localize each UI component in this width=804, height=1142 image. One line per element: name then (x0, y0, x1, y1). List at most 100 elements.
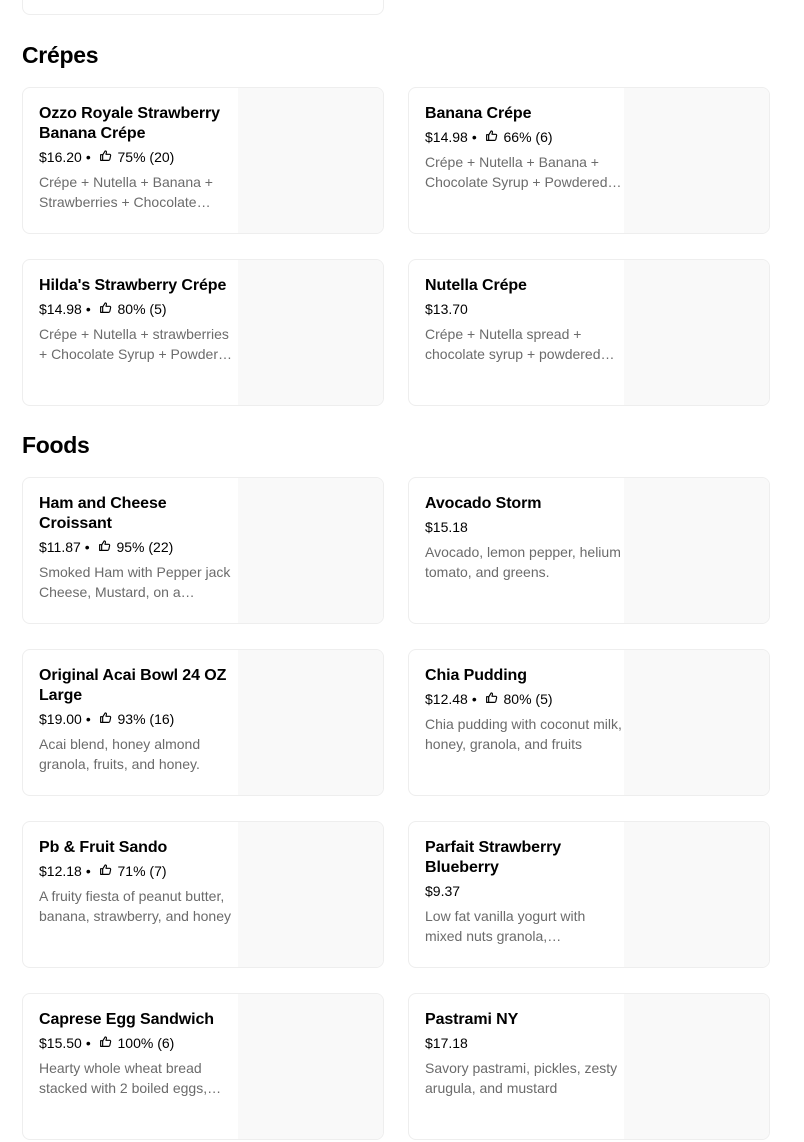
menu-item-price: $12.48 (425, 691, 468, 707)
menu-item-card[interactable]: Chia Pudding $12.48 • 80% (5) Chia puddi… (408, 649, 770, 796)
menu-item-name: Parfait Strawberry Blueberry (425, 839, 562, 876)
menu-item-rating: 71% (7) (117, 863, 167, 879)
menu-item-description: Crépe + Nutella + strawberries + Chocola… (39, 326, 234, 362)
thumbs-up-icon (485, 691, 498, 704)
separator-dot: • (85, 301, 91, 317)
menu-item-info: Chia Pudding $12.48 • 80% (5) Chia puddi… (409, 650, 624, 795)
thumbs-up-icon (99, 301, 112, 314)
menu-item-card[interactable]: Banana Crépe $14.98 • 66% (6) Crépe + Nu… (408, 87, 770, 234)
section-title-foods: Foods (22, 432, 90, 458)
menu-item-info: Parfait Strawberry Blueberry $9.37 Low f… (409, 822, 624, 967)
menu-item-price: $15.18 (425, 519, 468, 535)
menu-item-card[interactable]: Parfait Strawberry Blueberry $9.37 Low f… (408, 821, 770, 968)
menu-item-image-placeholder (624, 260, 769, 405)
menu-item-name: Chia Pudding (425, 667, 527, 684)
thumbs-up-icon (99, 711, 112, 724)
menu-item-meta: $15.18 (425, 518, 624, 536)
menu-item-price: $9.37 (425, 883, 461, 899)
menu-item-meta: $16.20 • 75% (20) (39, 148, 238, 166)
menu-item-image-placeholder (624, 478, 769, 623)
thumbs-up-icon (485, 129, 498, 142)
menu-item-info: Pb & Fruit Sando $12.18 • 71% (7) A frui… (23, 822, 238, 967)
menu-item-name: Ham and Cheese Croissant (39, 495, 167, 532)
separator-dot: • (85, 863, 91, 879)
menu-item-card[interactable]: Pastrami NY $17.18 Savory pastrami, pick… (408, 993, 770, 1140)
menu-item-rating-wrap: • 80% (5) (82, 300, 167, 318)
menu-item-info: Avocado Storm $15.18 Avocado, lemon pepp… (409, 478, 624, 623)
menu-item-rating-wrap: • 75% (20) (82, 148, 175, 166)
menu-item-description: Crépe + Nutella + Banana + Chocolate Syr… (425, 154, 608, 190)
menu-item-name: Pastrami NY (425, 1011, 519, 1028)
menu-item-description: Savory pastrami, pickles, zesty arugula,… (425, 1060, 618, 1096)
menu-item-info: Ozzo Royale Strawberry Banana Crépe $16.… (23, 88, 238, 233)
menu-item-card[interactable]: Pb & Fruit Sando $12.18 • 71% (7) A frui… (22, 821, 384, 968)
menu-item-meta: $19.00 • 93% (16) (39, 710, 238, 728)
menu-item-info: Banana Crépe $14.98 • 66% (6) Crépe + Nu… (409, 88, 624, 233)
thumbs-up-icon (99, 863, 112, 876)
menu-item-card[interactable]: Caprese Egg Sandwich $15.50 • 100% (6) H… (22, 993, 384, 1140)
menu-item-card[interactable]: Nutella Crépe $13.70 Crépe + Nutella spr… (408, 259, 770, 406)
menu-item-info: Ham and Cheese Croissant $11.87 • 95% (2… (23, 478, 238, 623)
menu-item-rating: 80% (5) (503, 691, 553, 707)
menu-item-card[interactable]: Avocado Storm $15.18 Avocado, lemon pepp… (408, 477, 770, 624)
menu-item-card-partial[interactable] (22, 0, 384, 15)
menu-item-rating-wrap: • 66% (6) (468, 128, 553, 146)
menu-item-card[interactable]: Hilda's Strawberry Crépe $14.98 • 80% (5… (22, 259, 384, 406)
menu-item-price: $14.98 (425, 129, 468, 145)
menu-item-image-placeholder (624, 822, 769, 967)
menu-item-name: Original Acai Bowl 24 OZ Large (39, 667, 227, 704)
menu-item-rating-wrap: • 95% (22) (81, 538, 174, 556)
menu-item-name: Pb & Fruit Sando (39, 839, 168, 856)
menu-item-info: Caprese Egg Sandwich $15.50 • 100% (6) H… (23, 994, 238, 1139)
menu-item-name: Nutella Crépe (425, 277, 527, 294)
thumbs-up-icon (99, 1035, 112, 1048)
menu-item-meta: $9.37 (425, 882, 624, 900)
menu-item-price: $17.18 (425, 1035, 468, 1051)
menu-item-image-placeholder (238, 994, 383, 1139)
menu-item-card[interactable]: Original Acai Bowl 24 OZ Large $19.00 • … (22, 649, 384, 796)
menu-item-meta: $12.48 • 80% (5) (425, 690, 624, 708)
menu-item-image-placeholder (624, 88, 769, 233)
menu-item-meta: $14.98 • 80% (5) (39, 300, 238, 318)
menu-item-description: Crépe + Nutella spread + chocolate syrup… (425, 326, 601, 362)
separator-dot: • (471, 129, 477, 145)
thumbs-up-icon (99, 149, 112, 162)
separator-dot: • (471, 691, 477, 707)
menu-item-price: $12.18 (39, 863, 82, 879)
menu-item-name: Banana Crépe (425, 105, 532, 122)
thumbs-up-icon (98, 539, 111, 552)
menu-item-price: $15.50 (39, 1035, 82, 1051)
menu-item-rating: 80% (5) (117, 301, 167, 317)
menu-item-image-placeholder (238, 650, 383, 795)
separator-dot: • (84, 539, 90, 555)
menu-item-image-placeholder (624, 650, 769, 795)
menu-item-image-placeholder (624, 994, 769, 1139)
menu-item-card[interactable]: Ozzo Royale Strawberry Banana Crépe $16.… (22, 87, 384, 234)
menu-item-image-placeholder (238, 88, 383, 233)
menu-item-meta: $13.70 (425, 300, 624, 318)
menu-item-meta: $15.50 • 100% (6) (39, 1034, 238, 1052)
menu-item-rating: 100% (6) (117, 1035, 175, 1051)
menu-item-image-placeholder (238, 260, 383, 405)
menu-item-description: Avocado, lemon pepper, helium tomato, an… (425, 544, 621, 580)
menu-item-description: Acai blend, honey almond granola, fruits… (39, 736, 201, 772)
menu-item-info: Pastrami NY $17.18 Savory pastrami, pick… (409, 994, 624, 1139)
menu-item-price: $14.98 (39, 301, 82, 317)
menu-item-rating: 95% (22) (116, 539, 174, 555)
menu-item-name: Caprese Egg Sandwich (39, 1011, 214, 1028)
menu-item-description: Smoked Ham with Pepper jack Cheese, Must… (39, 564, 231, 600)
menu-item-description: Hearty whole wheat bread stacked with 2 … (39, 1060, 208, 1096)
menu-item-name: Hilda's Strawberry Crépe (39, 277, 227, 294)
menu-item-card[interactable]: Ham and Cheese Croissant $11.87 • 95% (2… (22, 477, 384, 624)
menu-item-price: $16.20 (39, 149, 82, 165)
menu-item-name: Ozzo Royale Strawberry Banana Crépe (39, 105, 220, 142)
menu-item-description: A fruity fiesta of peanut butter, banana… (39, 888, 231, 924)
menu-item-rating-wrap: • 100% (6) (82, 1034, 175, 1052)
separator-dot: • (85, 711, 91, 727)
menu-item-description: Chia pudding with coconut milk, honey, g… (425, 716, 622, 752)
separator-dot: • (85, 1035, 91, 1051)
section-title-crepes: Crépes (22, 42, 99, 68)
menu-item-info: Hilda's Strawberry Crépe $14.98 • 80% (5… (23, 260, 238, 405)
menu-item-rating-wrap: • 71% (7) (82, 862, 167, 880)
menu-item-description: Low fat vanilla yogurt with mixed nuts g… (425, 908, 586, 944)
